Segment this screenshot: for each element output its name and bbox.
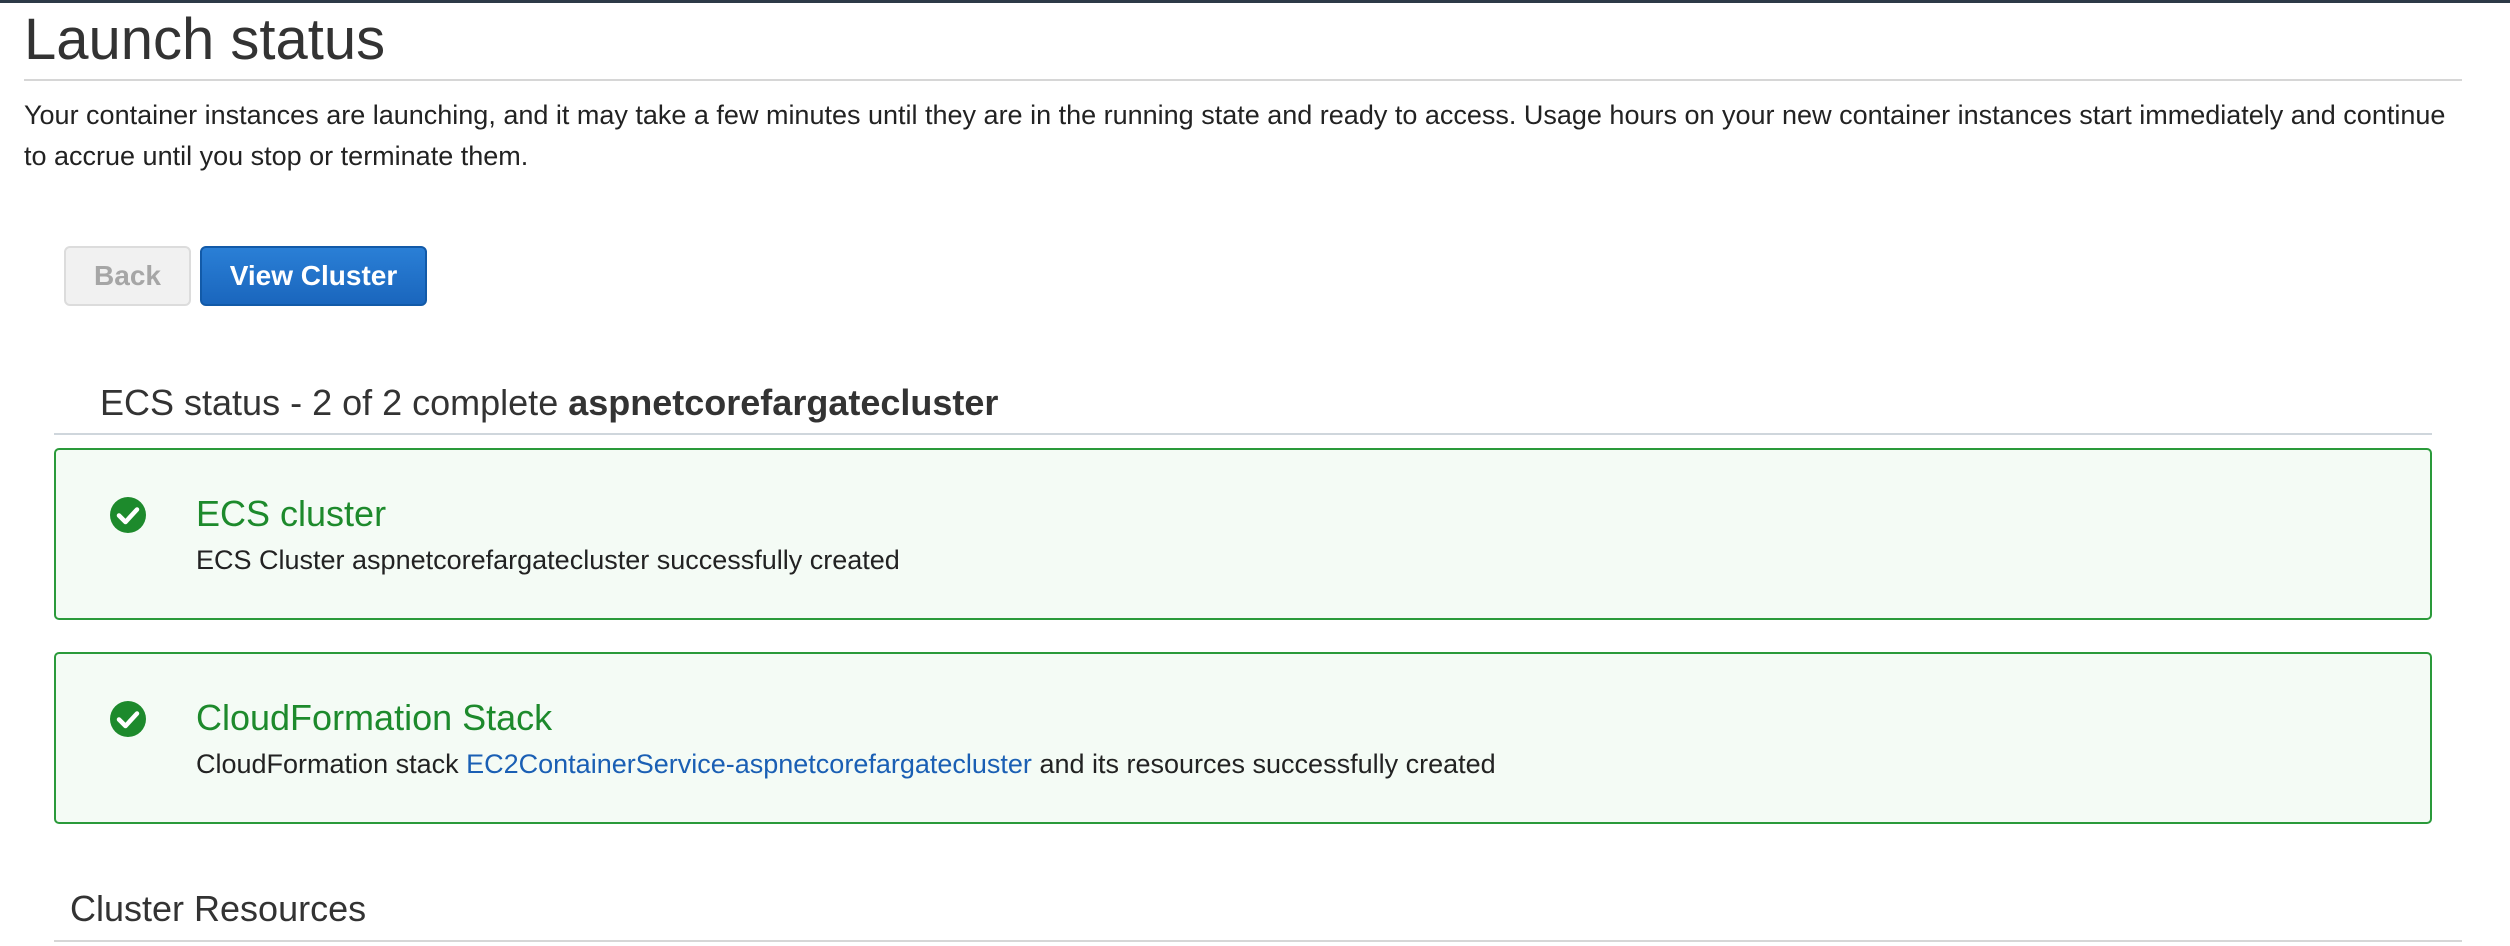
ecs-status-divider	[54, 433, 2432, 435]
status-card-description: ECS Cluster aspnetcorefargatecluster suc…	[196, 545, 900, 575]
back-button[interactable]: Back	[64, 246, 191, 306]
launch-intro-text: Your container instances are launching, …	[24, 100, 2446, 171]
description-suffix: and its resources successfully created	[1039, 749, 1496, 779]
cloudformation-stack-link[interactable]: EC2ContainerService-aspnetcorefargateclu…	[466, 749, 1032, 779]
cluster-resources-heading: Cluster Resources	[70, 888, 367, 929]
page-title: Launch status	[24, 7, 386, 72]
ecs-status-progress: ECS status - 2 of 2 complete	[100, 382, 559, 423]
status-card-description: CloudFormation stack EC2ContainerService…	[196, 746, 1496, 782]
description-prefix: CloudFormation stack	[196, 749, 459, 779]
status-card-cloudformation: CloudFormation Stack CloudFormation stac…	[54, 652, 2432, 824]
cluster-resources-divider	[54, 940, 2462, 942]
status-card-ecs-cluster: ECS cluster ECS Cluster aspnetcorefargat…	[54, 448, 2432, 620]
check-circle-icon	[110, 701, 146, 737]
title-divider	[24, 79, 2462, 81]
cluster-name: aspnetcorefargatecluster	[568, 382, 999, 423]
status-card-title: CloudFormation Stack	[196, 697, 553, 738]
ecs-status-heading: ECS status - 2 of 2 complete aspnetcoref…	[100, 378, 998, 428]
view-cluster-button[interactable]: View Cluster	[200, 246, 427, 306]
check-circle-icon	[110, 497, 146, 533]
status-card-title: ECS cluster	[196, 493, 387, 534]
top-border	[0, 0, 2510, 3]
